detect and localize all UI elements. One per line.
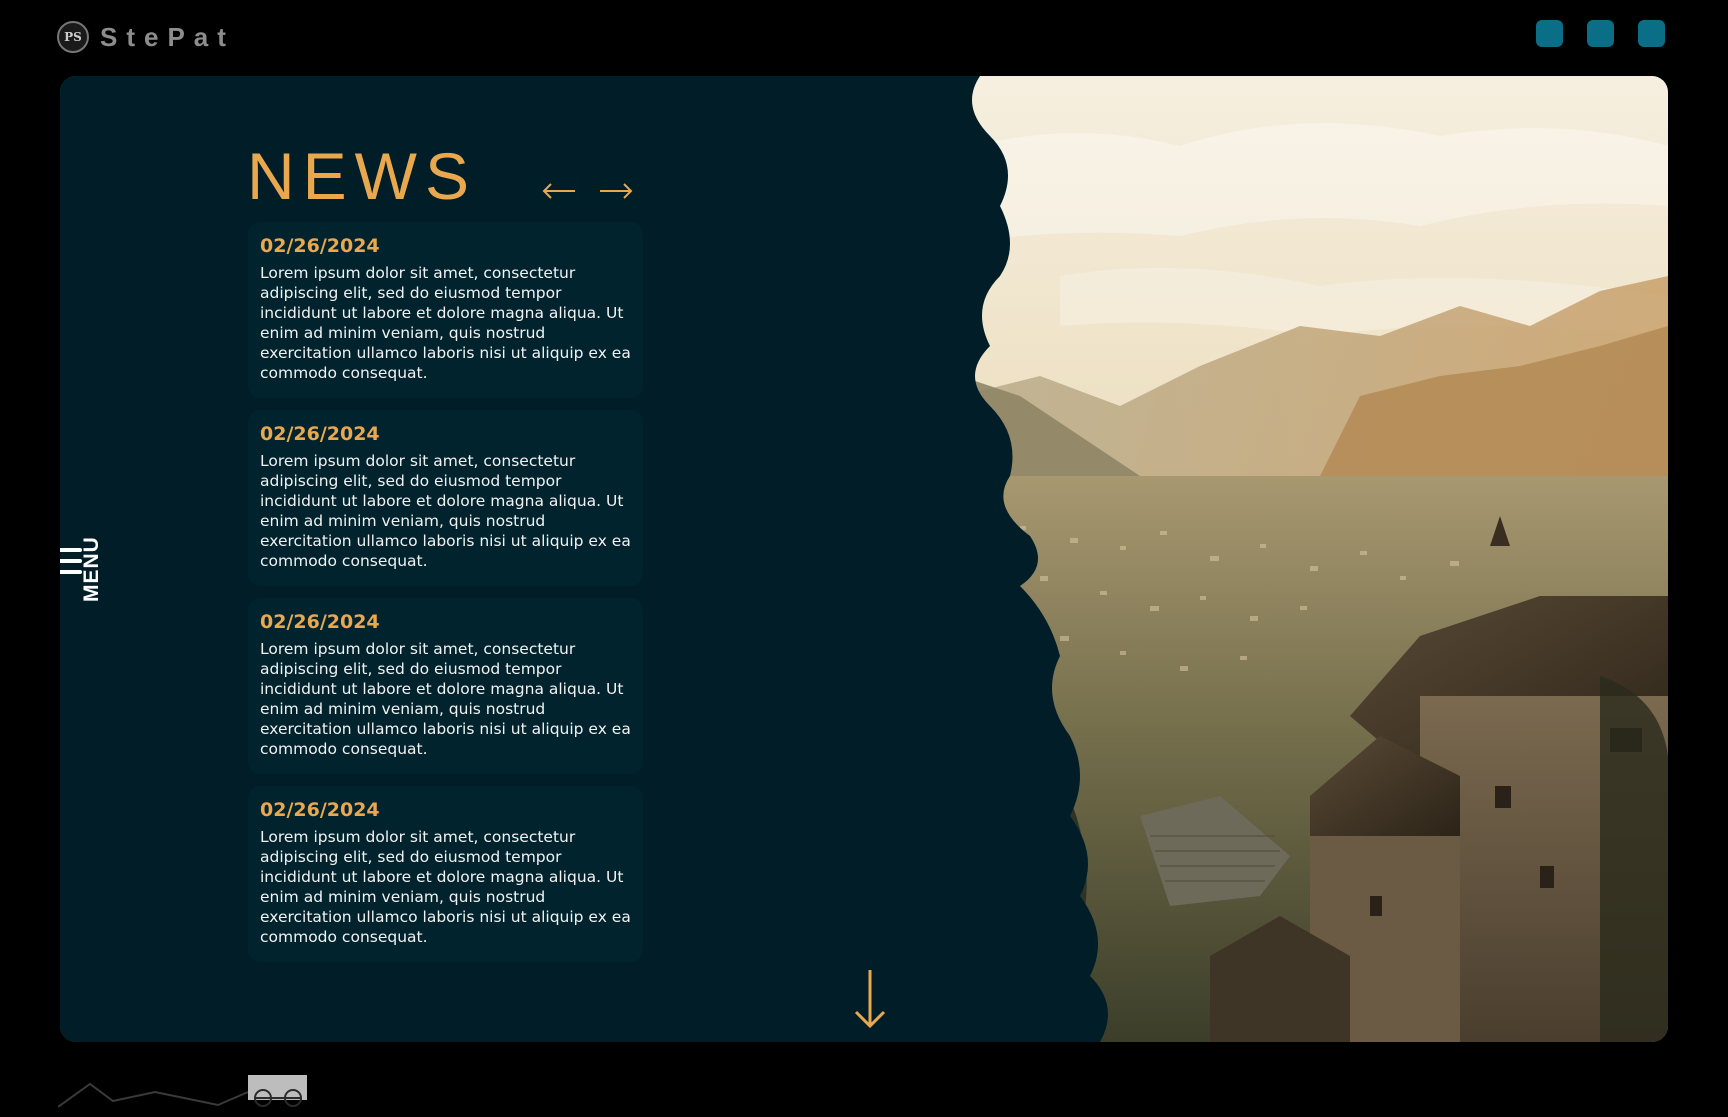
footer-illustration	[58, 1075, 307, 1108]
menu-button[interactable]: MENU	[60, 528, 116, 602]
news-date: 02/26/2024	[260, 799, 380, 821]
news-prev-button[interactable]	[534, 176, 584, 206]
hero-card: MENU NEWS 02/26/2024 Lorem ipsum dolor s…	[60, 76, 1668, 1042]
news-date: 02/26/2024	[260, 611, 380, 633]
scroll-down-button[interactable]	[850, 968, 890, 1030]
news-date: 02/26/2024	[260, 423, 380, 445]
menu-label: MENU	[80, 536, 103, 602]
hamburger-icon	[60, 548, 82, 578]
arrow-down-icon	[854, 970, 886, 1029]
news-text: Lorem ipsum dolor sit amet, consectetur …	[260, 264, 631, 382]
header-button-1[interactable]	[1536, 20, 1563, 47]
top-bar: PS StePat	[0, 0, 1728, 76]
logo[interactable]: PS	[57, 21, 89, 53]
arrow-left-icon	[542, 183, 575, 199]
header-button-2[interactable]	[1587, 20, 1614, 47]
news-text: Lorem ipsum dolor sit amet, consectetur …	[260, 828, 631, 946]
news-text: Lorem ipsum dolor sit amet, consectetur …	[260, 640, 631, 758]
news-item[interactable]: 02/26/2024 Lorem ipsum dolor sit amet, c…	[248, 410, 643, 586]
news-title: NEWS	[247, 139, 477, 213]
header-button-3[interactable]	[1638, 20, 1665, 47]
news-list: 02/26/2024 Lorem ipsum dolor sit amet, c…	[248, 222, 643, 974]
news-next-button[interactable]	[591, 176, 641, 206]
brand-name[interactable]: StePat	[100, 22, 235, 53]
news-item[interactable]: 02/26/2024 Lorem ipsum dolor sit amet, c…	[248, 598, 643, 774]
news-item[interactable]: 02/26/2024 Lorem ipsum dolor sit amet, c…	[248, 786, 643, 962]
news-item[interactable]: 02/26/2024 Lorem ipsum dolor sit amet, c…	[248, 222, 643, 398]
arrow-right-icon	[600, 183, 633, 199]
news-text: Lorem ipsum dolor sit amet, consectetur …	[260, 452, 631, 570]
news-date: 02/26/2024	[260, 235, 380, 257]
